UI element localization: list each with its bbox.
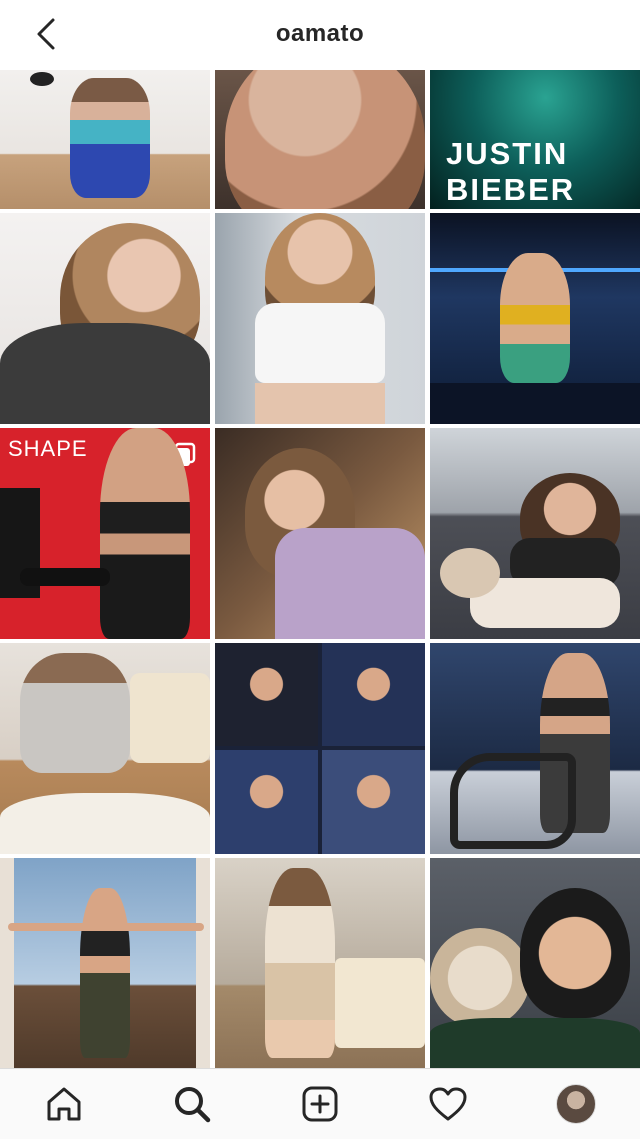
post-tile[interactable]: [215, 858, 425, 1068]
post-tile[interactable]: SHAPE: [0, 428, 210, 639]
chevron-left-icon: [37, 18, 55, 50]
avatar-icon: [556, 1084, 596, 1124]
post-tile[interactable]: [215, 643, 425, 854]
post-tile[interactable]: [215, 213, 425, 424]
tab-activity[interactable]: [420, 1076, 476, 1132]
tile-overlay-text: BIEBER: [446, 172, 576, 207]
tile-overlay-text: SHAPE: [8, 436, 88, 461]
post-tile[interactable]: [0, 213, 210, 424]
search-icon: [175, 1087, 211, 1123]
back-button[interactable]: [26, 14, 66, 54]
heart-icon: [429, 1087, 467, 1121]
post-tile[interactable]: [0, 858, 210, 1068]
post-tile[interactable]: [0, 70, 210, 209]
tab-new-post[interactable]: [292, 1076, 348, 1132]
post-tile[interactable]: JUSTIN BIEBER: [430, 70, 640, 209]
home-icon: [47, 1087, 81, 1121]
post-tile[interactable]: [430, 643, 640, 854]
post-tile[interactable]: [430, 428, 640, 639]
top-bar: oamato: [0, 0, 640, 68]
post-tile[interactable]: [215, 70, 425, 209]
post-tile[interactable]: [0, 643, 210, 854]
post-tile[interactable]: [430, 213, 640, 424]
tab-profile[interactable]: [548, 1076, 604, 1132]
post-tile[interactable]: [430, 858, 640, 1068]
tab-search[interactable]: [164, 1076, 220, 1132]
tab-home[interactable]: [36, 1076, 92, 1132]
tile-overlay-text: JUSTIN: [446, 136, 569, 171]
plus-square-icon: [302, 1086, 338, 1122]
bottom-tab-bar: [0, 1068, 640, 1139]
posts-grid: JUSTIN BIEBER SHAPE: [0, 70, 640, 1068]
profile-username: oamato: [275, 20, 365, 47]
post-tile[interactable]: [215, 428, 425, 639]
